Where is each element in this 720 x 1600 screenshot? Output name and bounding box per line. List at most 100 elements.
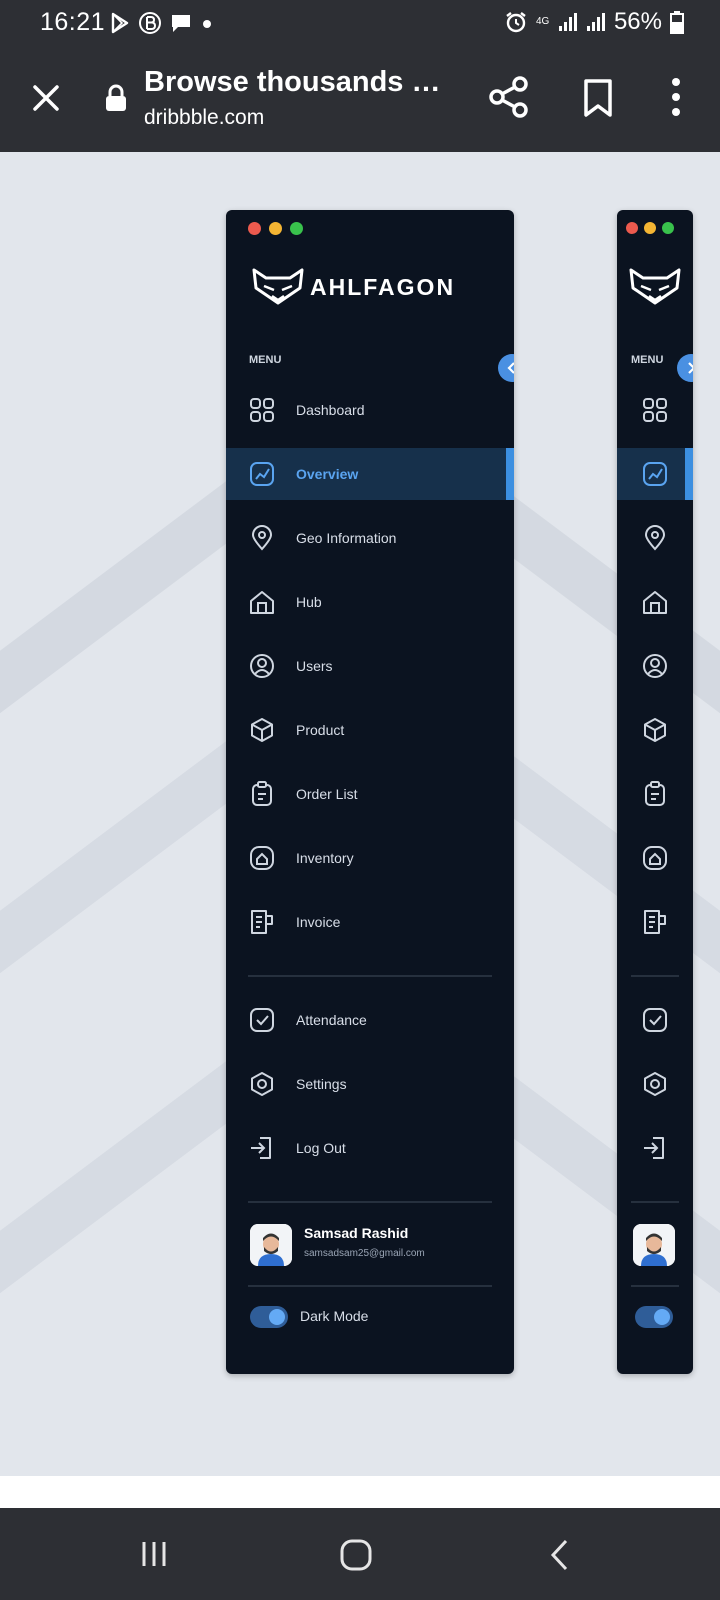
sidebar-item-inventory[interactable]: Inventory [226, 832, 514, 884]
page-domain[interactable]: dribbble.com [144, 106, 264, 130]
sidebar-item-users[interactable] [617, 640, 693, 692]
sidebar-item-product[interactable]: Product [226, 704, 514, 756]
sidebar-item-geo-information[interactable] [617, 512, 693, 564]
location-pin-icon [251, 525, 273, 551]
status-bar: 16:21 4G 56% [0, 0, 720, 46]
play-store-icon [111, 12, 129, 34]
more-vertical-icon[interactable] [666, 76, 686, 118]
sidebar-item-order-list[interactable] [617, 768, 693, 820]
fox-logo-icon [252, 268, 304, 305]
navigation-bar [0, 1508, 720, 1600]
close-icon[interactable] [28, 80, 64, 116]
toggle-knob [654, 1309, 670, 1325]
chevron-right-icon [688, 362, 693, 374]
sidebar-item-label: Users [296, 658, 333, 674]
logout-icon [251, 1137, 271, 1159]
system-icons: 4G 56% [504, 8, 684, 36]
sidebar-item-label: Product [296, 722, 345, 738]
check-square-icon [643, 1008, 667, 1032]
divider [631, 1285, 679, 1287]
sidebar-item-users[interactable]: Users [226, 640, 514, 692]
sidebar-item-label: Invoice [296, 914, 341, 930]
user-avatar-icon [250, 1224, 292, 1266]
page-title[interactable]: Browse thousands o... [144, 66, 444, 99]
avatar[interactable] [633, 1224, 675, 1266]
dot-icon [203, 20, 211, 28]
alarm-icon [506, 12, 526, 33]
browser-toolbar: Browse thousands o... dribbble.com [0, 46, 720, 152]
dark-mode-label: Dark Mode [300, 1308, 369, 1324]
sidebar-item-overview[interactable] [617, 448, 693, 500]
page-bottom-strip [0, 1476, 720, 1508]
dark-mode-toggle[interactable] [250, 1306, 288, 1328]
chart-square-icon [643, 462, 667, 486]
menu-label: MENU [249, 354, 282, 366]
sidebar-item-inventory[interactable] [617, 832, 693, 884]
sidebar-item-order-list[interactable]: Order List [226, 768, 514, 820]
b-badge-icon [139, 12, 161, 34]
maximize-dot [290, 222, 303, 235]
sidebar-item-log-out[interactable]: Log Out [226, 1122, 514, 1174]
sidebar-item-invoice[interactable]: Invoice [226, 896, 514, 948]
sidebar-item-label: Dashboard [296, 402, 365, 418]
notification-icons [110, 10, 214, 36]
inventory-icon [643, 846, 667, 870]
collapse-button[interactable] [498, 354, 514, 382]
back-icon[interactable] [548, 1538, 570, 1572]
signal-icon [586, 13, 605, 31]
toggle-knob [269, 1309, 285, 1325]
box-icon [644, 718, 666, 742]
home-icon [250, 591, 274, 614]
check-square-icon [250, 1008, 274, 1032]
sidebar-item-settings[interactable]: Settings [226, 1058, 514, 1110]
maximize-dot [662, 222, 674, 234]
user-avatar-icon [633, 1224, 675, 1266]
home-button-icon[interactable] [339, 1538, 373, 1572]
network-4g-icon: 4G [535, 16, 550, 27]
expand-button[interactable] [677, 354, 693, 382]
sidebar-item-attendance[interactable] [617, 994, 693, 1046]
sidebar-item-hub[interactable]: Hub [226, 576, 514, 628]
sidebar-item-product[interactable] [617, 704, 693, 756]
dark-mode-toggle[interactable] [635, 1306, 673, 1328]
location-pin-icon [644, 525, 666, 551]
logout-icon [644, 1137, 664, 1159]
settings-hex-icon [644, 1072, 666, 1096]
sidebar-item-invoice[interactable] [617, 896, 693, 948]
inventory-icon [250, 846, 274, 870]
sidebar-item-label: Hub [296, 594, 322, 610]
user-name: Samsad Rashid [304, 1225, 409, 1241]
sidebar-item-log-out[interactable] [617, 1122, 693, 1174]
brand-name: AHLFAGON [310, 274, 456, 300]
sidebar-item-label: Attendance [296, 1012, 367, 1028]
grid-icon [250, 398, 274, 422]
divider [631, 1201, 679, 1203]
settings-hex-icon [251, 1072, 273, 1096]
clipboard-icon [252, 781, 272, 806]
battery-percent: 56% [613, 8, 662, 35]
lock-icon [106, 84, 126, 111]
minimize-dot [644, 222, 656, 234]
window-controls [626, 222, 674, 234]
sidebar-item-dashboard[interactable] [617, 384, 693, 436]
user-circle-icon [643, 654, 667, 678]
avatar[interactable] [250, 1224, 292, 1266]
recents-icon[interactable] [140, 1540, 172, 1568]
user-circle-icon [250, 654, 274, 678]
sidebar-item-label: Log Out [296, 1140, 346, 1156]
sidebar-item-label: Geo Information [296, 530, 397, 546]
share-icon[interactable] [488, 76, 530, 118]
sidebar-item-geo-information[interactable]: Geo Information [226, 512, 514, 564]
sidebar-item-hub[interactable] [617, 576, 693, 628]
sidebar-item-attendance[interactable]: Attendance [226, 994, 514, 1046]
message-icon [172, 15, 190, 32]
sidebar-item-dashboard[interactable]: Dashboard [226, 384, 514, 436]
sidebar-item-label: Order List [296, 786, 358, 802]
sidebar-expanded: AHLFAGON MENU Dashboard Overview Geo Inf… [226, 210, 514, 1374]
invoice-icon [251, 910, 273, 934]
user-email: samsadsam25@gmail.com [304, 1248, 425, 1259]
sidebar-item-settings[interactable] [617, 1058, 693, 1110]
sidebar-item-overview[interactable]: Overview [226, 448, 514, 500]
clipboard-icon [645, 781, 665, 806]
bookmark-icon[interactable] [580, 78, 616, 118]
